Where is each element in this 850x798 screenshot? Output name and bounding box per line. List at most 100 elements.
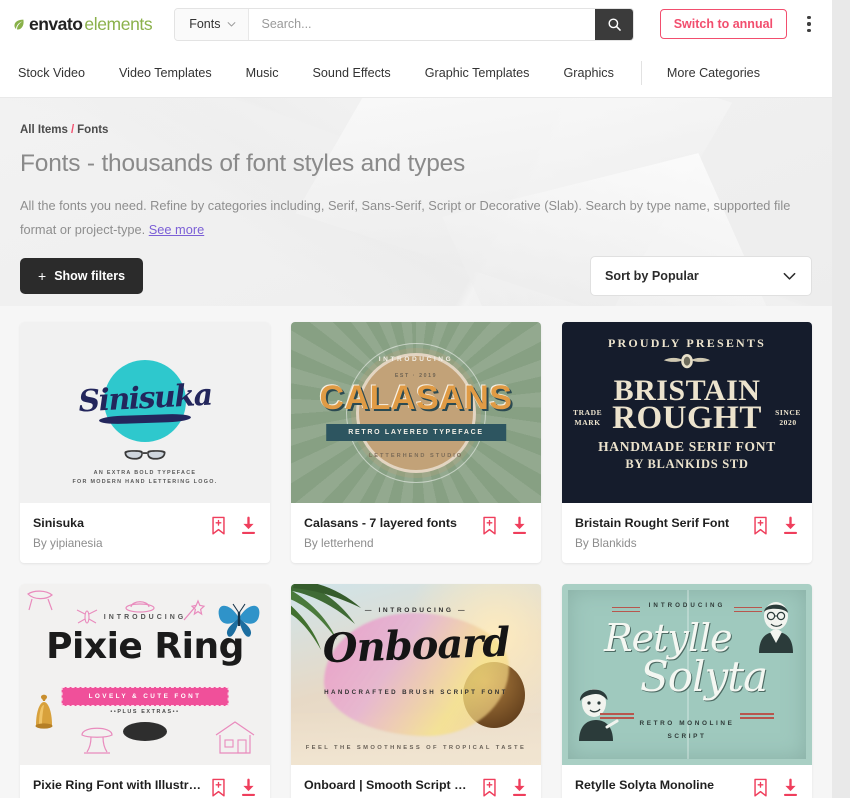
breadcrumb: All Items / Fonts	[20, 124, 812, 136]
search-icon	[608, 17, 621, 31]
kebab-menu-icon[interactable]	[800, 13, 818, 35]
bookmark-add-icon[interactable]	[481, 778, 498, 798]
category-nav: Stock Video Video Templates Music Sound …	[0, 48, 832, 98]
item-footer: Retylle Solyta Monoline By RahardiCreati…	[562, 765, 812, 798]
bell-ornament-icon	[35, 694, 53, 729]
nav-item-graphic-templates[interactable]: Graphic Templates	[408, 66, 547, 80]
item-card-sinisuka[interactable]: Sinisuka AN EXTRA BOLD TYPEFACE FOR MODE…	[20, 322, 270, 563]
nav-item-stock-video[interactable]: Stock Video	[18, 66, 102, 80]
thumb-intro-text: — INTRODUCING —	[364, 606, 468, 614]
thumb-bottom-line2: SCRIPT	[667, 732, 707, 740]
nav-item-sound-effects[interactable]: Sound Effects	[296, 66, 408, 80]
item-thumbnail[interactable]: INTRODUCING Retylle Solyta RETRO MONOLIN…	[562, 583, 812, 765]
see-more-link[interactable]: See more	[149, 222, 204, 237]
thumb-bottom-line1: RETRO MONOLINE	[639, 720, 735, 728]
deco-rule	[740, 713, 774, 715]
item-footer: Calasans - 7 layered fonts By letterhend	[291, 503, 541, 563]
item-card-retylle-solyta[interactable]: INTRODUCING Retylle Solyta RETRO MONOLIN…	[562, 583, 812, 798]
bookmark-add-icon[interactable]	[481, 516, 498, 536]
item-actions	[210, 777, 257, 798]
download-icon[interactable]	[782, 778, 799, 798]
nav-divider	[640, 60, 642, 85]
thumb-bottom-text: RETRO MONOLINE SCRIPT	[640, 718, 735, 742]
search-bar: Fonts	[174, 7, 635, 41]
item-card-onboard[interactable]: — INTRODUCING — Onboard HANDCRAFTED BRUS…	[291, 583, 541, 798]
search-category-select[interactable]: Fonts	[175, 8, 250, 40]
item-author[interactable]: By Blankids	[575, 536, 744, 550]
sort-value-label: Sort by Popular	[605, 269, 699, 283]
site-logo[interactable]: envato elements	[12, 14, 153, 35]
nav-item-graphics[interactable]: Graphics	[546, 66, 630, 80]
bookmark-add-icon[interactable]	[752, 516, 769, 536]
kebab-dot	[807, 15, 811, 20]
download-icon[interactable]	[511, 778, 528, 798]
item-author[interactable]: By yipianesia	[33, 536, 202, 550]
item-author[interactable]: By letterhend	[304, 536, 473, 550]
thumb-bottom-text: LETTERHEND STUDIO	[368, 453, 464, 459]
item-title[interactable]: Onboard | Smooth Script Font	[304, 777, 473, 794]
deco-rule	[600, 713, 634, 715]
breadcrumb-all-items[interactable]: All Items	[20, 124, 68, 136]
item-card-calasans[interactable]: INTRODUCING EST · 2019 CALASANS RETRO LA…	[291, 322, 541, 563]
item-title[interactable]: Pixie Ring Font with Illustrations	[33, 777, 202, 794]
winged-emblem-icon	[663, 353, 711, 369]
results-grid: Sinisuka AN EXTRA BOLD TYPEFACE FOR MODE…	[0, 306, 832, 798]
sort-dropdown[interactable]: Sort by Popular	[590, 256, 812, 296]
bookmark-add-icon[interactable]	[210, 778, 227, 798]
download-icon[interactable]	[511, 516, 528, 536]
chevron-down-icon	[783, 272, 796, 280]
bookmark-add-icon[interactable]	[752, 778, 769, 798]
nav-item-more-categories[interactable]: More Categories	[650, 66, 777, 80]
item-title[interactable]: Bristain Rought Serif Font	[575, 515, 744, 532]
header-actions: Switch to annual	[659, 9, 818, 39]
thumb-banner-text: RETRO LAYERED TYPEFACE	[326, 424, 506, 441]
show-filters-button[interactable]: + Show filters	[20, 258, 144, 294]
download-icon[interactable]	[782, 516, 799, 536]
item-footer: Sinisuka By yipianesia	[20, 503, 270, 563]
page-scrollbar[interactable]	[832, 0, 850, 798]
item-thumbnail[interactable]: INTRODUCING EST · 2019 CALASANS RETRO LA…	[291, 322, 541, 503]
download-icon[interactable]	[240, 778, 257, 798]
item-card-pixie-ring[interactable]: INTRODUCING Pixie Ring LOVELY & CUTE FON…	[20, 583, 270, 798]
thumb-wordmark: CALASANS	[319, 379, 513, 417]
breadcrumb-fonts[interactable]: Fonts	[77, 124, 108, 136]
item-card-bristain-rought[interactable]: PROUDLY PRESENTS BRISTAIN ROUGHT TRADE MA…	[562, 322, 812, 563]
thumb-word2: Solyta	[640, 651, 768, 701]
thumb-wordmark: Onboard	[321, 618, 511, 672]
item-meta: Pixie Ring Font with Illustrations By ya…	[33, 777, 202, 798]
thumb-sub2: BY BLANKIDS STD	[625, 457, 749, 471]
show-filters-label: Show filters	[54, 269, 126, 283]
item-meta: Onboard | Smooth Script Font By Vunira	[304, 777, 473, 798]
item-thumbnail[interactable]: Sinisuka AN EXTRA BOLD TYPEFACE FOR MODE…	[20, 322, 270, 503]
dragonfly-doodle-icon	[76, 609, 98, 624]
search-submit-button[interactable]	[595, 8, 634, 40]
page-title: Fonts - thousands of font styles and typ…	[20, 150, 466, 177]
item-thumbnail[interactable]: INTRODUCING Pixie Ring LOVELY & CUTE FON…	[20, 583, 270, 765]
item-thumbnail[interactable]: — INTRODUCING — Onboard HANDCRAFTED BRUS…	[291, 583, 541, 765]
item-title[interactable]: Retylle Solyta Monoline	[575, 777, 744, 794]
chevron-down-icon	[228, 21, 236, 26]
deco-rule	[740, 717, 774, 719]
item-meta: Retylle Solyta Monoline By RahardiCreati…	[575, 777, 744, 798]
item-title[interactable]: Calasans - 7 layered fonts	[304, 515, 473, 532]
nav-item-video-templates[interactable]: Video Templates	[102, 66, 229, 80]
deco-rule	[600, 717, 634, 719]
thumb-top-text: PROUDLY PRESENTS	[607, 336, 767, 350]
search-category-label: Fonts	[189, 17, 221, 31]
thumb-bottom-text: FEEL THE SMOOTHNESS OF TROPICAL TASTE	[305, 744, 527, 751]
search-input[interactable]	[249, 8, 596, 40]
retro-man-illustration	[759, 601, 793, 653]
item-meta: Bristain Rought Serif Font By Blankids	[575, 515, 744, 550]
nav-item-music[interactable]: Music	[229, 66, 296, 80]
item-thumbnail[interactable]: PROUDLY PRESENTS BRISTAIN ROUGHT TRADE MA…	[562, 322, 812, 503]
bookmark-add-icon[interactable]	[210, 516, 227, 536]
switch-to-annual-button[interactable]: Switch to annual	[659, 9, 787, 39]
thumb-subtext-line1: AN EXTRA BOLD TYPEFACE	[93, 470, 197, 476]
download-icon[interactable]	[240, 516, 257, 536]
thumb-trademark-text: TRADE MARK	[573, 408, 603, 428]
thumb-extras-text: ••PLUS EXTRAS••	[110, 708, 180, 715]
site-header: envato elements Fonts Switch to annual	[0, 0, 832, 48]
item-title[interactable]: Sinisuka	[33, 515, 202, 532]
thumb-sub1: HANDMADE SERIF FONT	[598, 439, 776, 454]
mushroom-doodle-icon	[81, 727, 113, 754]
